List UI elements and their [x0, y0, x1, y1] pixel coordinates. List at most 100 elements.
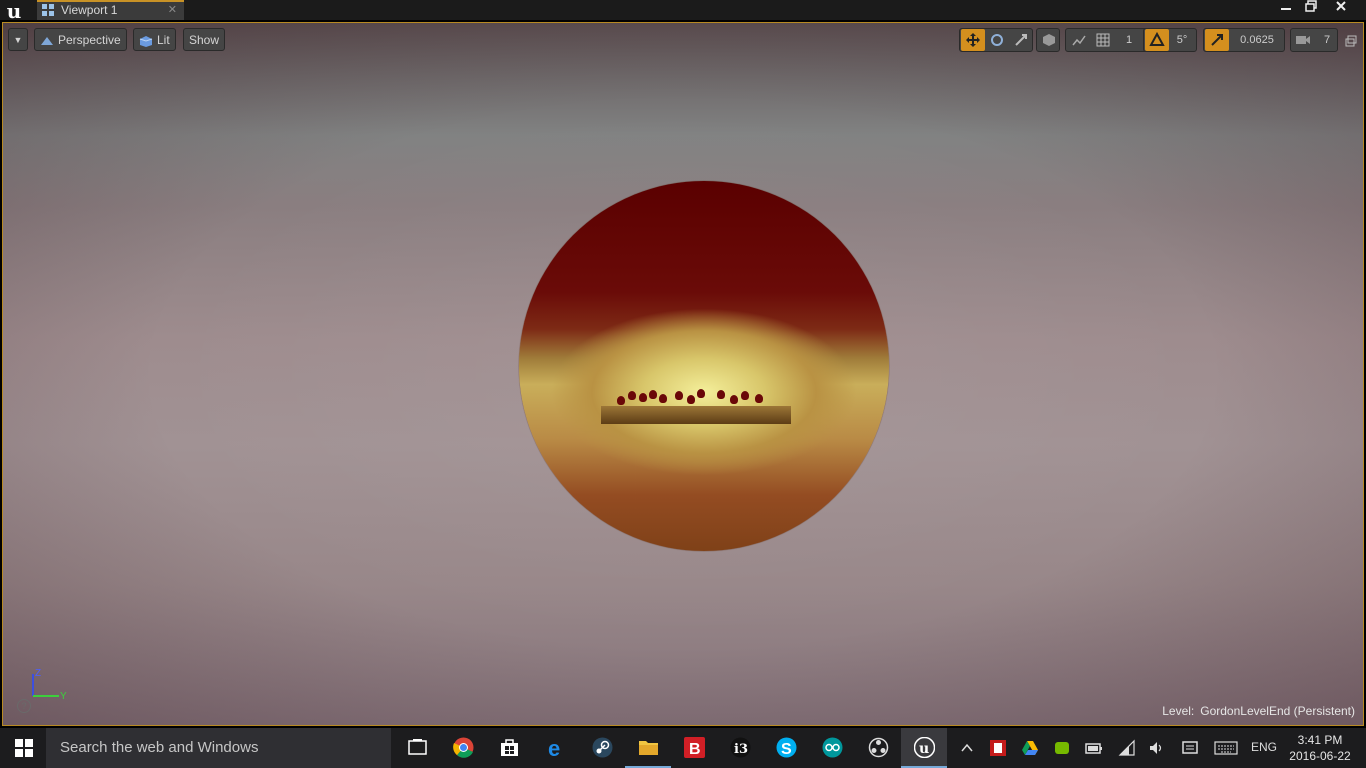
tree — [741, 391, 749, 400]
volume-icon[interactable] — [1148, 739, 1166, 757]
camera-speed-value: 7 — [1323, 34, 1331, 46]
skype-button[interactable]: S — [763, 728, 809, 768]
chevron-down-icon: ▼ — [13, 35, 23, 45]
rotation-snap-value[interactable]: 5° — [1170, 29, 1194, 51]
scale-tool-button[interactable] — [1009, 29, 1033, 51]
obs-icon — [868, 737, 889, 758]
axis-y-label: Y — [60, 691, 67, 702]
surface-snap-icon — [1072, 35, 1086, 46]
rotation-snap-group: 5° — [1143, 28, 1197, 52]
help-icon[interactable]: ? — [17, 699, 31, 713]
rotate-tool-button[interactable] — [985, 29, 1009, 51]
show-label: Show — [189, 33, 220, 47]
steam-button[interactable] — [579, 728, 625, 768]
steam-icon — [592, 737, 613, 758]
edge-icon: e — [548, 737, 560, 758]
start-button[interactable] — [0, 728, 46, 768]
i3-app-icon: i3 — [730, 737, 751, 758]
b-app-icon: B — [684, 737, 705, 758]
perspective-label: Perspective — [58, 33, 121, 47]
level-name: GordonLevelEnd (Persistent) — [1200, 704, 1355, 718]
show-button[interactable]: Show — [183, 28, 226, 51]
file-explorer-button[interactable] — [625, 728, 671, 768]
store-bag-icon — [501, 739, 518, 756]
store-button[interactable] — [486, 728, 532, 768]
tree — [755, 394, 763, 403]
tab-viewport-1[interactable]: Viewport 1 ✕ — [37, 0, 184, 20]
tree — [675, 391, 683, 400]
scale-snap-value[interactable]: 0.0625 — [1232, 29, 1282, 51]
minimize-icon — [1281, 8, 1291, 10]
search-input[interactable]: Search the web and Windows — [46, 728, 391, 768]
world-cube-icon — [1037, 29, 1061, 51]
b-app-button[interactable]: B — [671, 728, 717, 768]
edge-button[interactable]: e — [533, 728, 579, 768]
move-arrows-icon — [966, 33, 980, 47]
close-icon — [1336, 1, 1346, 11]
tree — [639, 393, 647, 402]
close-button[interactable] — [1330, 0, 1352, 16]
obs-button[interactable] — [855, 728, 901, 768]
level-label: Level: — [1162, 704, 1195, 718]
grid-snap-button[interactable] — [1091, 29, 1115, 51]
tab-label: Viewport 1 — [61, 3, 118, 17]
google-drive-icon[interactable] — [1021, 739, 1039, 757]
unreal-engine-button[interactable]: u — [901, 728, 947, 768]
clock[interactable]: 3:41 PM 2016-06-22 — [1284, 732, 1356, 764]
minimize-button[interactable] — [1275, 0, 1297, 16]
close-tab-icon[interactable]: ✕ — [168, 3, 177, 16]
scale-arrow-icon — [1211, 34, 1223, 46]
windows-logo-icon — [15, 739, 33, 757]
restore-button[interactable] — [1300, 0, 1322, 16]
tree — [617, 396, 625, 405]
maximize-viewport-icon[interactable] — [1345, 34, 1357, 47]
level-platform[interactable] — [601, 406, 791, 424]
lit-view-mode-button[interactable]: Lit — [133, 28, 176, 51]
chevron-up-icon — [961, 743, 973, 752]
level-status: Level: GordonLevelEnd (Persistent) — [1162, 704, 1355, 718]
tree — [659, 394, 667, 403]
restore-icon — [1305, 0, 1317, 12]
chrome-icon — [453, 737, 474, 758]
show-hidden-icons-button[interactable] — [958, 739, 976, 757]
camera-speed-group[interactable]: 7 — [1290, 28, 1338, 52]
task-view-button[interactable] — [394, 728, 440, 768]
unreal-logo-icon: u — [6, 0, 22, 23]
lit-cube-icon — [139, 35, 153, 47]
level-viewport[interactable]: ▼ Perspective Lit Show 1 5° 0.0625 7 Z Y… — [2, 22, 1364, 726]
coordinate-system-toggle[interactable] — [1036, 28, 1060, 52]
nvidia-icon[interactable] — [1053, 739, 1071, 757]
chrome-button[interactable] — [440, 728, 486, 768]
input-language[interactable]: ENG — [1251, 740, 1277, 754]
action-center-icon[interactable] — [1181, 739, 1199, 757]
svg-text:S: S — [781, 741, 792, 758]
perspective-camera-icon — [41, 36, 53, 45]
grid-snap-group: 1 — [1065, 28, 1149, 52]
clock-time: 3:41 PM — [1297, 733, 1343, 747]
wifi-icon[interactable] — [1118, 739, 1136, 757]
title-bar: u Viewport 1 ✕ — [0, 0, 1366, 22]
arduino-button[interactable] — [809, 728, 855, 768]
battery-icon[interactable] — [1085, 739, 1103, 757]
scale-icon — [1015, 34, 1027, 46]
scale-snap-button[interactable] — [1205, 29, 1229, 51]
folder-icon — [639, 741, 658, 755]
surface-snap-button[interactable] — [1067, 29, 1091, 51]
tray-app-icon[interactable] — [989, 739, 1007, 757]
i3-app-button[interactable]: i3 — [717, 728, 763, 768]
translate-tool-button[interactable] — [961, 29, 985, 51]
tree — [649, 390, 657, 399]
lit-label: Lit — [157, 33, 170, 47]
grid-icon — [1096, 33, 1110, 47]
sky-sphere[interactable] — [519, 181, 889, 551]
touch-keyboard-icon[interactable] — [1214, 739, 1238, 757]
svg-text:e: e — [548, 737, 560, 758]
transform-tools — [959, 28, 1033, 52]
viewport-options-button[interactable]: ▼ — [8, 28, 28, 51]
svg-text:i3: i3 — [734, 742, 748, 757]
rotation-snap-button[interactable] — [1145, 29, 1169, 51]
grid-snap-value[interactable]: 1 — [1117, 29, 1141, 51]
tree — [628, 391, 636, 400]
tree — [697, 389, 705, 398]
perspective-button[interactable]: Perspective — [34, 28, 127, 51]
